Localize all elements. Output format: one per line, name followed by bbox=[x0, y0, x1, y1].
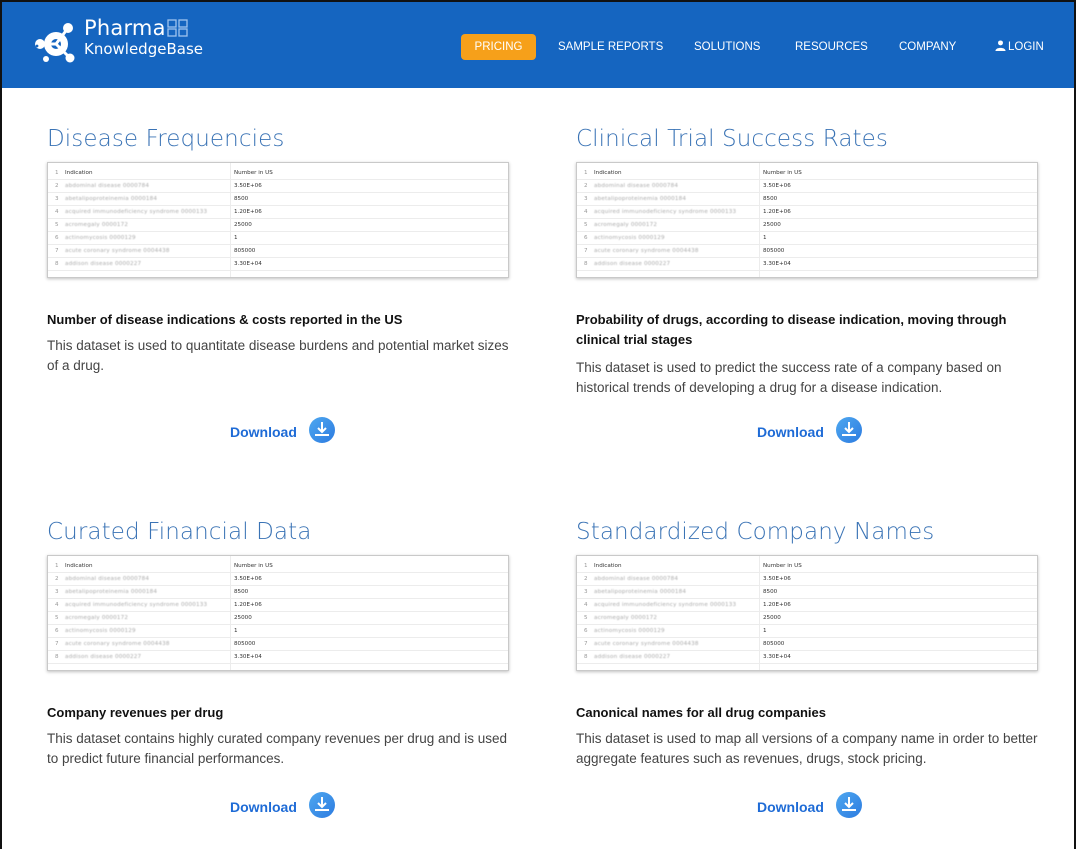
dataset-card-clinical-trial-success-rates: Clinical Trial Success Rates 1 Indication… bbox=[576, 126, 1046, 456]
card-heading: Probability of drugs, according to disea… bbox=[576, 312, 1007, 347]
table-row: 3 abetalipoproteinemia 0000184 8500 bbox=[48, 193, 508, 206]
nav-resources[interactable]: RESOURCES bbox=[795, 34, 868, 60]
molecule-icon bbox=[35, 23, 75, 63]
table-row: 3 abetalipoproteinemia 0000184 8500 bbox=[577, 586, 1037, 599]
card-title: Disease Frequencies bbox=[47, 126, 285, 152]
nav-sample-reports[interactable]: SAMPLE REPORTS bbox=[558, 34, 663, 60]
download-icon bbox=[309, 792, 335, 818]
download-label: Download bbox=[230, 424, 297, 440]
table-row: 7 acute coronary syndrome 0004438 805000 bbox=[48, 245, 508, 258]
table-row: 5 acromegaly 0000172 25000 bbox=[577, 219, 1037, 232]
download-label: Download bbox=[757, 424, 824, 440]
dataset-card-curated-financial-data: Curated Financial Data 1 Indication Number… bbox=[47, 519, 517, 829]
nav-login-label: LOGIN bbox=[1008, 41, 1044, 53]
table-row: 7 acute coronary syndrome 0004438 805000 bbox=[48, 638, 508, 651]
table-row: 7 acute coronary syndrome 0004438 805000 bbox=[577, 245, 1037, 258]
card-title: Clinical Trial Success Rates bbox=[576, 126, 888, 152]
table-row: 2 abdominal disease 0000784 3.50E+06 bbox=[48, 573, 508, 586]
download-label: Download bbox=[757, 799, 824, 815]
download-icon bbox=[836, 417, 862, 443]
card-description: This dataset is used to quantitate disea… bbox=[47, 338, 509, 373]
card-heading: Company revenues per drug bbox=[47, 705, 224, 720]
dataset-preview-table: 1 Indication Number in US 2 abdominal disea… bbox=[47, 555, 509, 671]
table-row: 2 abdominal disease 0000784 3.50E+06 bbox=[577, 180, 1037, 193]
download-link[interactable]: Download bbox=[757, 791, 867, 821]
dataset-card-disease-frequencies: Disease Frequencies 1 Indication Number in… bbox=[47, 126, 517, 456]
dataset-preview-table: 1 Indication Number in US 2 abdominal disea… bbox=[576, 162, 1038, 278]
table-row: 8 addison disease 0000227 3.30E+04 bbox=[48, 258, 508, 271]
nav-solutions[interactable]: SOLUTIONS bbox=[694, 34, 760, 60]
dataset-preview-table: 1 Indication Number in US 2 abdominal disea… bbox=[47, 162, 509, 278]
table-row: 3 abetalipoproteinemia 0000184 8500 bbox=[48, 586, 508, 599]
kb-dots-icon bbox=[166, 19, 188, 37]
table-row: 5 acromegaly 0000172 25000 bbox=[577, 612, 1037, 625]
download-label: Download bbox=[230, 799, 297, 815]
table-row: 1 Indication Number in US bbox=[577, 167, 1037, 180]
table-row: 2 abdominal disease 0000784 3.50E+06 bbox=[577, 573, 1037, 586]
table-row: 6 actinomycosis 0000129 1 bbox=[577, 232, 1037, 245]
brand-name-line1: Pharma bbox=[84, 16, 166, 40]
table-row: 8 addison disease 0000227 3.30E+04 bbox=[577, 258, 1037, 271]
top-navbar: Pharma KnowledgeBase PRICING SAMPLE REPO… bbox=[2, 2, 1074, 88]
table-row: 5 acromegaly 0000172 25000 bbox=[48, 219, 508, 232]
brand-logo[interactable]: Pharma KnowledgeBase bbox=[32, 14, 232, 74]
dataset-preview-table: 1 Indication Number in US 2 abdominal disea… bbox=[576, 555, 1038, 671]
card-title: Curated Financial Data bbox=[47, 519, 312, 545]
card-heading: Number of disease indications & costs re… bbox=[47, 312, 403, 327]
brand-name-line2: KnowledgeBase bbox=[84, 40, 203, 58]
user-icon bbox=[995, 40, 1006, 51]
card-title: Standardized Company Names bbox=[576, 519, 935, 545]
table-row: 1 Indication Number in US bbox=[577, 560, 1037, 573]
table-row: 6 actinomycosis 0000129 1 bbox=[577, 625, 1037, 638]
nav-login[interactable]: LOGIN bbox=[995, 34, 1044, 60]
download-link[interactable]: Download bbox=[230, 416, 340, 446]
brand-wordmark: Pharma KnowledgeBase bbox=[84, 16, 203, 58]
page-frame: Pharma KnowledgeBase PRICING SAMPLE REPO… bbox=[0, 0, 1076, 849]
dataset-card-standardized-company-names: Standardized Company Names 1 Indication Nu… bbox=[576, 519, 1046, 829]
download-link[interactable]: Download bbox=[230, 791, 340, 821]
card-heading: Canonical names for all drug companies bbox=[576, 705, 826, 720]
card-description: This dataset is used to map all versions… bbox=[576, 731, 1038, 766]
nav-company[interactable]: COMPANY bbox=[899, 34, 956, 60]
table-row: 8 addison disease 0000227 3.30E+04 bbox=[577, 651, 1037, 664]
nav-pricing[interactable]: PRICING bbox=[461, 34, 536, 60]
table-row: 1 Indication Number in US bbox=[48, 167, 508, 180]
download-icon bbox=[309, 417, 335, 443]
table-row: 4 acquired immunodeficiency syndrome 0000… bbox=[48, 599, 508, 612]
table-row: 4 acquired immunodeficiency syndrome 0000… bbox=[577, 206, 1037, 219]
card-description: This dataset contains highly curated com… bbox=[47, 731, 508, 766]
table-row: 7 acute coronary syndrome 0004438 805000 bbox=[577, 638, 1037, 651]
table-row: 5 acromegaly 0000172 25000 bbox=[48, 612, 508, 625]
download-icon bbox=[836, 792, 862, 818]
table-row: 6 actinomycosis 0000129 1 bbox=[48, 232, 508, 245]
table-row: 4 acquired immunodeficiency syndrome 0000… bbox=[48, 206, 508, 219]
table-row: 8 addison disease 0000227 3.30E+04 bbox=[48, 651, 508, 664]
card-description: This dataset is used to predict the succ… bbox=[576, 360, 1002, 395]
table-row: 4 acquired immunodeficiency syndrome 0000… bbox=[577, 599, 1037, 612]
table-row: 2 abdominal disease 0000784 3.50E+06 bbox=[48, 180, 508, 193]
table-row: 3 abetalipoproteinemia 0000184 8500 bbox=[577, 193, 1037, 206]
table-row: 6 actinomycosis 0000129 1 bbox=[48, 625, 508, 638]
table-row: 1 Indication Number in US bbox=[48, 560, 508, 573]
download-link[interactable]: Download bbox=[757, 416, 867, 446]
